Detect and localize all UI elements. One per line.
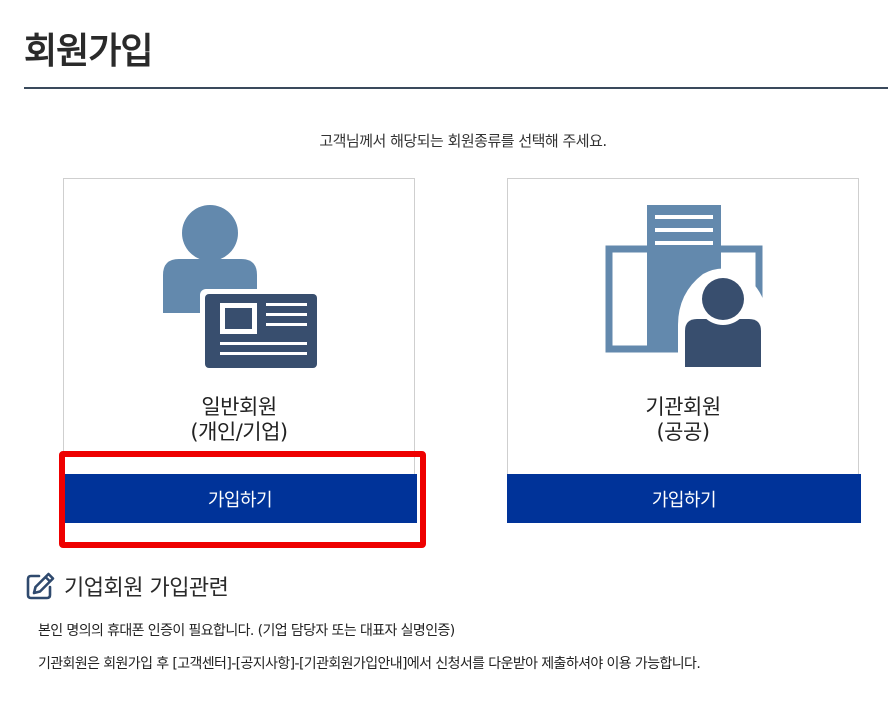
organization-member-label: 기관회원 (공공) (508, 395, 858, 445)
general-member-title: 일반회원 (201, 395, 277, 419)
general-member-subtitle: (개인/기업) (190, 420, 288, 444)
general-member-label: 일반회원 (개인/기업) (64, 395, 414, 445)
organization-join-button[interactable]: 가입하기 (507, 474, 861, 523)
title-divider (24, 87, 888, 89)
id-card-person-icon (163, 205, 322, 373)
organization-member-subtitle: (공공) (656, 420, 710, 444)
section-title: 기업회원 가입관련 (64, 576, 229, 601)
page-title: 회원가입 (24, 31, 153, 72)
edit-icon (26, 572, 55, 600)
notice-text: 기관회원은 회원가입 후 [고객센터]-[공지사항]-[기관회원가입안내]에서 … (38, 656, 701, 672)
organization-member-title: 기관회원 (645, 395, 721, 419)
section-heading: 기업회원 가입관련 (24, 570, 229, 602)
intro-text: 고객님께서 해당되는 회원종류를 선택해 주세요. (319, 132, 607, 150)
highlight-box (59, 451, 426, 548)
building-person-icon (605, 205, 768, 369)
notice-text: 본인 명의의 휴대폰 인증이 필요합니다. (기업 담당자 또는 대표자 실명인… (38, 623, 455, 639)
organization-member-card: 기관회원 (공공) 가입하기 (507, 178, 861, 523)
